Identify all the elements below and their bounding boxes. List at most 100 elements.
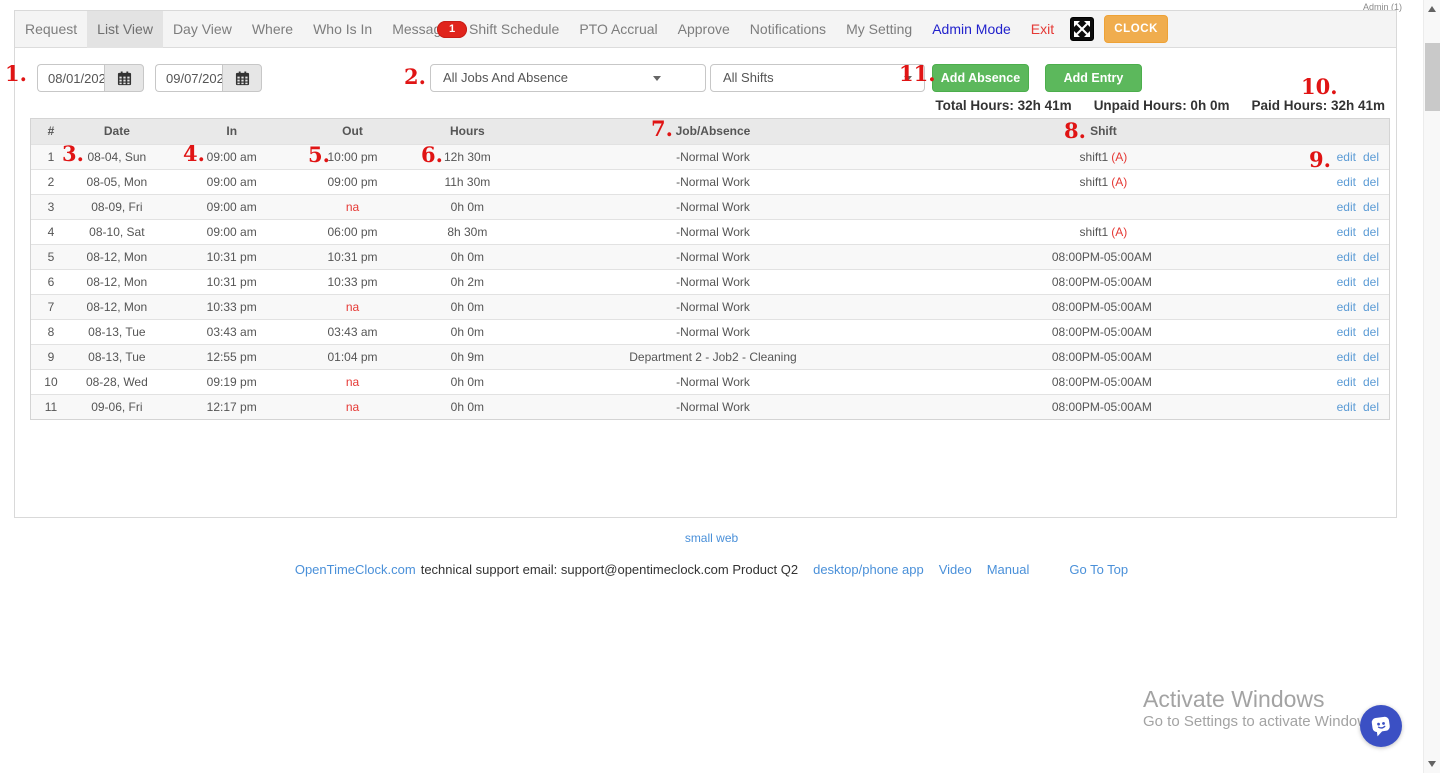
desktop-app-link[interactable]: desktop/phone app (813, 562, 924, 577)
cell-actions: editdel (1311, 320, 1389, 344)
date-to-input[interactable] (155, 64, 222, 92)
cell-out: 01:04 pm (301, 345, 405, 369)
jobs-dropdown[interactable]: All Jobs And Absence (430, 64, 706, 92)
cell-shift: 08:00PM-05:00AM (896, 320, 1311, 344)
scrollbar-thumb[interactable] (1425, 43, 1440, 111)
tab-message[interactable]: Message1 (382, 11, 459, 48)
tab-exit[interactable]: Exit (1021, 11, 1064, 48)
tab-shift-schedule[interactable]: Shift Schedule (459, 11, 569, 48)
del-link[interactable]: del (1363, 275, 1379, 289)
cell-out: 10:31 pm (301, 245, 405, 269)
shifts-dropdown-value: All Shifts (723, 70, 774, 85)
edit-link[interactable]: edit (1337, 325, 1356, 339)
del-link[interactable]: del (1363, 250, 1379, 264)
cell-hours: 0h 9m (404, 345, 530, 369)
cell-hours: 11h 30m (404, 170, 530, 194)
del-link[interactable]: del (1363, 175, 1379, 189)
add-entry-button[interactable]: Add Entry (1045, 64, 1142, 92)
brand-link[interactable]: OpenTimeClock.com (295, 562, 416, 577)
go-to-top-link[interactable]: Go To Top (1069, 562, 1128, 577)
shift-value: 08:00PM-05:00AM (1052, 400, 1152, 414)
table-row: 3 08-09, Fri 09:00 am na 0h 0m -Normal W… (31, 194, 1389, 219)
cell-in: 09:00 am (163, 170, 301, 194)
cell-in: 09:00 am (163, 145, 301, 169)
tab-my-setting[interactable]: My Setting (836, 11, 922, 48)
date-from-input[interactable] (37, 64, 104, 92)
cell-hours: 0h 2m (404, 270, 530, 294)
add-absence-button[interactable]: Add Absence (932, 64, 1029, 92)
cell-out: 09:00 pm (301, 170, 405, 194)
cell-num: 4 (31, 220, 71, 244)
edit-link[interactable]: edit (1337, 350, 1356, 364)
col-header-date: Date (71, 119, 163, 144)
cell-num: 8 (31, 320, 71, 344)
fullscreen-icon[interactable] (1070, 17, 1094, 41)
date-from-calendar-button[interactable] (104, 64, 144, 92)
edit-link[interactable]: edit (1337, 300, 1356, 314)
page-root: Admin (1) RequestList ViewDay ViewWhereW… (0, 0, 1440, 773)
cell-out: 10:00 pm (301, 145, 405, 169)
nav-tabs: Request List ViewDay ViewWhereWho Is InMe… (15, 11, 1396, 48)
shifts-dropdown[interactable]: All Shifts (710, 64, 925, 92)
chat-widget-button[interactable] (1360, 705, 1402, 747)
cell-hours: 0h 0m (404, 320, 530, 344)
edit-link[interactable]: edit (1337, 225, 1356, 239)
tab-list-view[interactable]: List View (87, 11, 163, 48)
cell-shift: 08:00PM-05:00AM (896, 345, 1311, 369)
scroll-up-arrow-icon[interactable] (1428, 6, 1436, 12)
cell-job: Department 2 - Job2 - Cleaning (530, 345, 895, 369)
del-link[interactable]: del (1363, 200, 1379, 214)
cell-shift: shift1(A) (896, 145, 1311, 169)
del-link[interactable]: del (1363, 375, 1379, 389)
tab-admin-mode[interactable]: Admin Mode (922, 11, 1021, 48)
cell-in: 09:00 am (163, 220, 301, 244)
edit-link[interactable]: edit (1337, 375, 1356, 389)
cell-job: -Normal Work (530, 395, 895, 419)
tab-label: PTO Accrual (579, 21, 657, 37)
tab-pto-accrual[interactable]: PTO Accrual (569, 11, 667, 48)
small-web-link[interactable]: small web (685, 531, 738, 545)
edit-link[interactable]: edit (1337, 250, 1356, 264)
del-link[interactable]: del (1363, 150, 1379, 164)
date-to-calendar-button[interactable] (222, 64, 262, 92)
cell-shift (896, 195, 1311, 219)
tab-request[interactable]: Request (15, 11, 87, 48)
del-link[interactable]: del (1363, 400, 1379, 414)
cell-num: 1 (31, 145, 71, 169)
edit-link[interactable]: edit (1337, 200, 1356, 214)
support-text: technical support email: support@opentim… (421, 562, 798, 577)
tab-label: Request (25, 21, 77, 37)
cell-job: -Normal Work (530, 295, 895, 319)
cell-num: 3 (31, 195, 71, 219)
tab-approve[interactable]: Approve (668, 11, 740, 48)
shift-value: 08:00PM-05:00AM (1052, 325, 1152, 339)
cell-job: -Normal Work (530, 370, 895, 394)
edit-link[interactable]: edit (1337, 400, 1356, 414)
edit-link[interactable]: edit (1337, 275, 1356, 289)
tab-who-is-in[interactable]: Who Is In (303, 11, 382, 48)
table-body: 1 08-04, Sun 09:00 am 10:00 pm 12h 30m -… (31, 144, 1389, 419)
edit-link[interactable]: edit (1337, 175, 1356, 189)
edit-link[interactable]: edit (1337, 150, 1356, 164)
clock-button[interactable]: CLOCK (1104, 15, 1168, 43)
tab-day-view[interactable]: Day View (163, 11, 242, 48)
del-link[interactable]: del (1363, 350, 1379, 364)
scroll-down-arrow-icon[interactable] (1428, 761, 1436, 767)
del-link[interactable]: del (1363, 225, 1379, 239)
cell-job: -Normal Work (530, 270, 895, 294)
del-link[interactable]: del (1363, 300, 1379, 314)
cell-hours: 0h 0m (404, 395, 530, 419)
video-link[interactable]: Video (939, 562, 972, 577)
cell-num: 9 (31, 345, 71, 369)
manual-link[interactable]: Manual (987, 562, 1030, 577)
del-link[interactable]: del (1363, 325, 1379, 339)
tab-where[interactable]: Where (242, 11, 303, 48)
col-header-out: Out (301, 119, 405, 144)
tab-notifications[interactable]: Notifications (740, 11, 836, 48)
vertical-scrollbar[interactable] (1423, 0, 1440, 773)
cell-in: 12:17 pm (163, 395, 301, 419)
cell-job: -Normal Work (530, 145, 895, 169)
col-header-shift: Shift (896, 119, 1311, 144)
table-row: 11 09-06, Fri 12:17 pm na 0h 0m -Normal … (31, 394, 1389, 419)
shift-value: 08:00PM-05:00AM (1052, 250, 1152, 264)
